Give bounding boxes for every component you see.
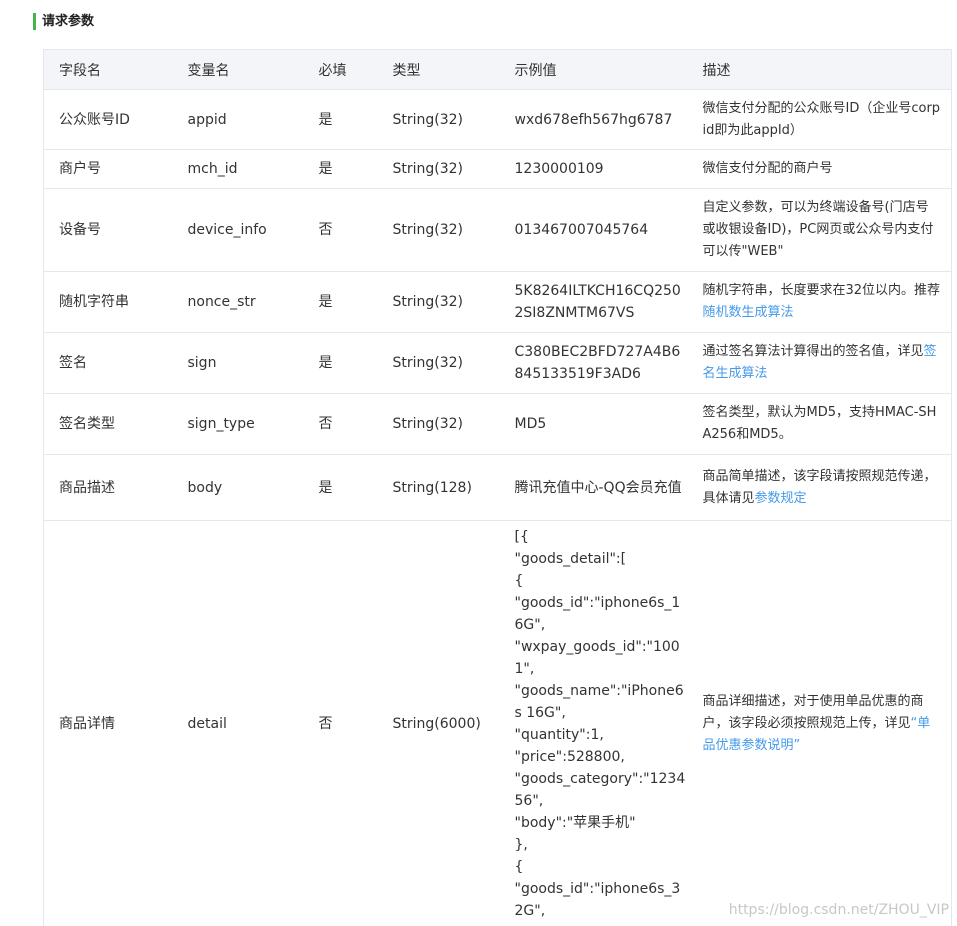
table-row: 签名 sign 是 String(32) C380BEC2BFD727A4B68… xyxy=(43,332,952,394)
cell-variable: appid xyxy=(172,89,304,150)
cell-variable: nonce_str xyxy=(172,271,304,333)
cell-description: 商品详细描述，对于使用单品优惠的商户，该字段必须按照规范上传，详见“单品优惠参数… xyxy=(687,520,952,926)
random-number-algorithm-link[interactable]: 随机数生成算法 xyxy=(703,305,794,320)
cell-field: 设备号 xyxy=(43,188,173,272)
description-text: 自定义参数，可以为终端设备号(门店号或收银设备ID)，PC网页或公众号内支付可以… xyxy=(702,200,934,259)
cell-required: 是 xyxy=(303,89,378,150)
cell-description: 随机字符串，长度要求在32位以内。推荐随机数生成算法 xyxy=(687,271,952,333)
cell-example: 腾讯充值中心-QQ会员充值 xyxy=(499,454,688,521)
header-field-name: 字段名 xyxy=(43,49,173,90)
description-text: 商品详细描述，对于使用单品优惠的商户，该字段必须按照规范上传，详见 xyxy=(702,694,924,731)
cell-variable: sign_type xyxy=(172,393,304,455)
table-row: 商品详情 detail 否 String(6000) [{ "goods_det… xyxy=(43,520,952,926)
cell-field: 签名 xyxy=(43,332,173,394)
cell-field: 公众账号ID xyxy=(43,89,173,150)
watermark: https://blog.csdn.net/ZHOU_VIP xyxy=(728,902,949,918)
cell-example: C380BEC2BFD727A4B6845133519F3AD6 xyxy=(499,332,688,394)
cell-example: 5K8264ILTKCH16CQ2502SI8ZNMTM67VS xyxy=(499,271,688,333)
params-table: 字段名 变量名 必填 类型 示例值 描述 公众账号ID appid 是 Stri… xyxy=(43,49,952,926)
header-required: 必填 xyxy=(303,49,378,90)
table-header-row: 字段名 变量名 必填 类型 示例值 描述 xyxy=(43,49,952,90)
header-type: 类型 xyxy=(377,49,500,90)
cell-variable: device_info xyxy=(172,188,304,272)
cell-type: String(32) xyxy=(377,271,500,333)
cell-field: 商户号 xyxy=(43,149,173,189)
cell-example: wxd678efh567hg6787 xyxy=(499,89,688,150)
cell-field: 随机字符串 xyxy=(43,271,173,333)
table-row: 设备号 device_info 否 String(32) 01346700704… xyxy=(43,188,952,272)
cell-variable: mch_id xyxy=(172,149,304,189)
cell-variable: detail xyxy=(172,520,304,926)
cell-description: 签名类型，默认为MD5，支持HMAC-SHA256和MD5。 xyxy=(687,393,952,455)
cell-type: String(32) xyxy=(377,89,500,150)
cell-type: String(32) xyxy=(377,332,500,394)
header-description: 描述 xyxy=(687,49,952,90)
cell-field: 商品描述 xyxy=(43,454,173,521)
header-example: 示例值 xyxy=(499,49,688,90)
description-text: 通过签名算法计算得出的签名值，详见 xyxy=(702,344,924,359)
cell-example: [{ "goods_detail":[ { "goods_id":"iphone… xyxy=(499,520,688,926)
page: 请求参数 字段名 变量名 必填 类型 示例值 描述 公众账号ID appid 是… xyxy=(0,0,957,926)
cell-type: String(32) xyxy=(377,149,500,189)
cell-variable: sign xyxy=(172,332,304,394)
cell-required: 是 xyxy=(303,149,378,189)
description-text: 商品简单描述，该字段请按照规范传递，具体请见 xyxy=(702,468,937,506)
parameter-rules-link[interactable]: 参数规定 xyxy=(755,491,807,506)
cell-required: 否 xyxy=(303,520,378,926)
description-text: 微信支付分配的商户号 xyxy=(702,161,833,176)
table-row: 随机字符串 nonce_str 是 String(32) 5K8264ILTKC… xyxy=(43,271,952,333)
description-text: 微信支付分配的公众账号ID（企业号corpid即为此appId） xyxy=(702,100,941,138)
table-row: 商品描述 body 是 String(128) 腾讯充值中心-QQ会员充值 商品… xyxy=(43,454,952,521)
cell-description: 商品简单描述，该字段请按照规范传递，具体请见参数规定 xyxy=(687,454,952,521)
cell-example: MD5 xyxy=(499,393,688,455)
cell-required: 否 xyxy=(303,393,378,455)
cell-type: String(32) xyxy=(377,188,500,272)
table-row: 签名类型 sign_type 否 String(32) MD5 签名类型，默认为… xyxy=(43,393,952,455)
cell-type: String(128) xyxy=(377,454,500,521)
table-row: 商户号 mch_id 是 String(32) 1230000109 微信支付分… xyxy=(43,149,952,189)
cell-description: 微信支付分配的公众账号ID（企业号corpid即为此appId） xyxy=(687,89,952,150)
cell-description: 自定义参数，可以为终端设备号(门店号或收银设备ID)，PC网页或公众号内支付可以… xyxy=(687,188,952,272)
cell-description: 微信支付分配的商户号 xyxy=(687,149,952,189)
cell-required: 否 xyxy=(303,188,378,272)
cell-type: String(32) xyxy=(377,393,500,455)
cell-field: 商品详情 xyxy=(43,520,173,926)
cell-required: 是 xyxy=(303,332,378,394)
table-row: 公众账号ID appid 是 String(32) wxd678efh567hg… xyxy=(43,89,952,150)
description-text: 随机字符串，长度要求在32位以内。推荐 xyxy=(702,283,941,298)
cell-description: 通过签名算法计算得出的签名值，详见签名生成算法 xyxy=(687,332,952,394)
cell-required: 是 xyxy=(303,454,378,521)
cell-type: String(6000) xyxy=(377,520,500,926)
cell-example: 013467007045764 xyxy=(499,188,688,272)
header-variable-name: 变量名 xyxy=(172,49,304,90)
cell-variable: body xyxy=(172,454,304,521)
cell-field: 签名类型 xyxy=(43,393,173,455)
section-title: 请求参数 xyxy=(33,13,94,30)
cell-required: 是 xyxy=(303,271,378,333)
description-text: 签名类型，默认为MD5，支持HMAC-SHA256和MD5。 xyxy=(702,405,937,442)
cell-example: 1230000109 xyxy=(499,149,688,189)
